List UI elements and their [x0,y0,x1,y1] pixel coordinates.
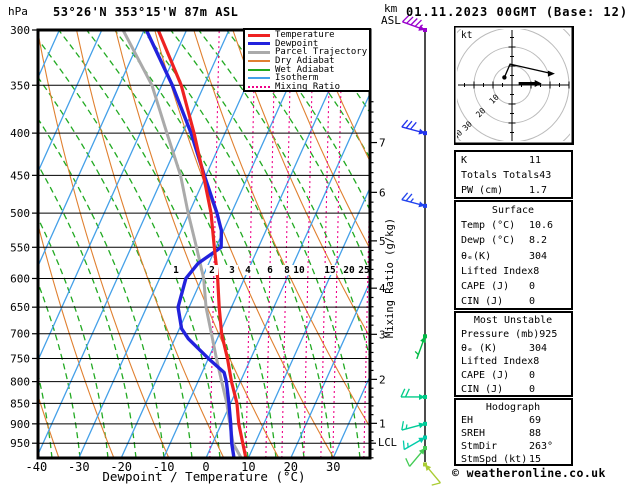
surface-panel-title: Surface [491,205,535,216]
surface-thetae-row: θₑ(K) 304 [461,250,548,262]
svg-text:20: 20 [343,265,355,276]
svg-text:450: 450 [10,169,30,182]
surface-dewp-row: Dewp (°C) 8.2 [461,235,548,247]
svg-text:15: 15 [324,265,336,276]
svg-text:600: 600 [10,272,30,285]
pressure-unit-label: hPa [8,5,28,18]
parcel-line-swatch [248,50,270,54]
temperature-curve [156,30,248,458]
svg-text:850: 850 [10,397,30,410]
svg-text:25: 25 [358,265,370,276]
surface-temp-row: Temp (°C) 10.6 [461,220,554,232]
wind-barb-column [400,14,441,486]
svg-text:1: 1 [379,417,386,430]
temperature-line-swatch [248,33,270,37]
svg-text:4: 4 [245,265,251,276]
pressure-axis: 300 350 400 450 500 550 600 650 700 750 800 850 900 9… [10,24,38,450]
surface-li-row: Lifted Index 8 [461,265,540,277]
svg-text:400: 400 [10,127,30,140]
hodograph-panel: Hodograph EH 69 SREH 88 StmDir 263° StmSpd … [454,398,573,466]
mu-panel-title: Most Unstable [473,315,553,326]
mu-pressure-row: Pressure (mb) 925 [461,328,558,340]
mu-cape-row: CAPE (J) 0 [461,370,536,382]
skewt-sounding-page: 1 2 3 4 6 8 10 15 20 25 300 350 400 450 500 550 600 650 70… [0,0,629,486]
index-row-pw: PW (cm) 1.7 [461,185,548,196]
svg-text:300: 300 [10,24,30,37]
svg-text:1: 1 [173,265,179,276]
svg-text:2: 2 [209,265,215,276]
svg-text:10: 10 [293,265,305,276]
wet-adiabat-swatch [248,68,270,71]
svg-text:650: 650 [10,301,30,314]
station-title: 53°26'N 353°15'W 87m ASL [53,5,239,19]
hodo-sreh-row: SREH 88 [461,428,542,439]
svg-text:500: 500 [10,207,30,220]
svg-text:550: 550 [10,241,30,254]
hodograph: 10203040 [454,26,574,145]
most-unstable-panel: Most Unstable Pressure (mb) 925 θₑ (K) 304… [454,311,573,397]
hodo-stmspd-row: StmSpd (kt) 15 [461,454,542,465]
svg-text:2: 2 [379,373,386,386]
mu-thetae-row: θₑ (K) 304 [461,342,548,354]
surface-cin-row: CIN (J) 0 [461,296,536,308]
mixing-ratio-swatch [248,85,270,88]
dewpoint-line-swatch [248,42,270,46]
chart-legend: Temperature Dewpoint Parcel Trajectory D… [243,28,371,92]
svg-text:7: 7 [379,137,386,150]
mu-li-row: Lifted Index 8 [461,356,540,368]
dry-adiabat-swatch [248,60,270,63]
svg-text:750: 750 [10,352,30,365]
surface-panel: Surface Temp (°C) 10.6 Dewp (°C) 8.2 θₑ(K)… [454,200,573,310]
hodo-stmdir-row: StmDir 263° [461,441,554,452]
svg-text:6: 6 [267,265,273,276]
svg-text:900: 900 [10,418,30,431]
alt-unit-asl: ASL [381,14,401,27]
mu-cin-row: CIN (J) 0 [461,383,536,395]
svg-text:6: 6 [379,186,386,199]
hodo-eh-row: EH 69 [461,415,542,426]
x-axis-title: Dewpoint / Temperature (°C) [102,469,306,484]
surface-cape-row: CAPE (J) 0 [461,281,536,293]
index-row-totals: Totals Totals 43 [461,170,552,181]
hodograph-unit-label: kt [461,30,473,41]
svg-text:800: 800 [10,376,30,389]
lcl-label: LCL [378,437,397,449]
index-row-k: K 11 [461,155,542,166]
svg-text:350: 350 [10,79,30,92]
isotherm-swatch [248,77,270,80]
svg-text:3: 3 [229,265,235,276]
indices-panel: K 11 Totals Totals 43 PW (cm) 1.7 [454,150,573,199]
copyright: © weatheronline.co.uk [452,466,606,480]
legend-item: Mixing Ratio [248,82,369,92]
hodo-panel-title: Hodograph [485,402,541,413]
svg-text:950: 950 [10,437,30,450]
datetime-label: 01.11.2023 00GMT (Base: 12) [406,5,629,19]
svg-text:8: 8 [284,265,290,276]
svg-text:700: 700 [10,328,30,341]
